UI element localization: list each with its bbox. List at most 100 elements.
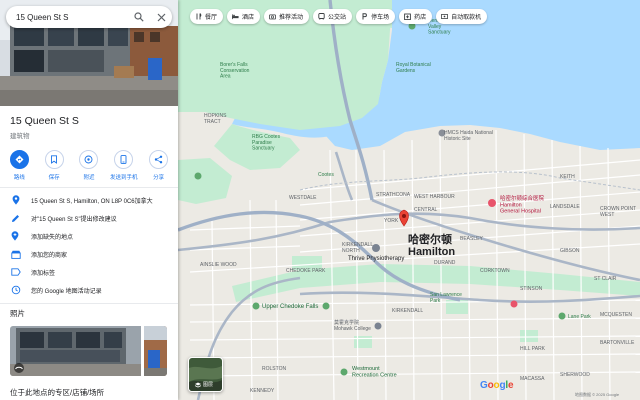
pharmacy-icon [404, 13, 411, 20]
label-lane: Lane Park [568, 314, 591, 320]
layers-label: 图层 [203, 382, 214, 388]
chip-label: 推荐活动 [279, 15, 304, 21]
chip-hotels[interactable]: 酒店 [227, 9, 261, 24]
suggest-edit-text: 对"15 Queen St S"提出修改建议 [31, 216, 117, 223]
address-row[interactable]: 15 Queen St S, Hamilton, ON L8P 0C6加拿大 [0, 191, 178, 209]
poi-marker[interactable] [558, 312, 566, 320]
label-beasley: BEASLEY [460, 236, 483, 242]
chip-restaurants[interactable]: 餐厅 [190, 9, 224, 24]
label-macassa: MACASSA [520, 376, 545, 382]
poi-marker[interactable] [252, 302, 260, 310]
chip-label: 自动取款机 [451, 15, 482, 21]
suggest-edit-row[interactable]: 对"15 Queen St S"提出修改建议 [0, 209, 178, 227]
add-label-row[interactable]: 添加标签 [0, 263, 178, 281]
directions-button[interactable]: 路线 [3, 150, 35, 181]
add-place-icon [10, 231, 21, 242]
action-label: 发送到手机 [110, 175, 138, 181]
add-missing-place-row[interactable]: 添加缺失的地点 [0, 227, 178, 245]
send-to-phone-icon [114, 150, 134, 169]
label-landsdale: LANDSDALE [550, 204, 580, 210]
history-icon [10, 285, 21, 296]
chip-things-to-do[interactable]: 推荐活动 [264, 9, 310, 24]
save-button[interactable]: 保存 [38, 150, 70, 181]
action-label: 保存 [48, 175, 60, 181]
label-hamilton-en: Hamilton [408, 246, 455, 258]
add-business-icon [10, 249, 21, 260]
label-rolston: ROLSTON [262, 366, 286, 372]
photos-heading: 照片 [10, 309, 25, 318]
label-sherwood: SHERWOOD [560, 372, 590, 378]
label-icon [10, 267, 21, 278]
close-icon[interactable] [150, 6, 172, 28]
action-label: 路线 [13, 175, 25, 181]
add-business-row[interactable]: 添加您的商家 [0, 245, 178, 263]
photo-thumbnail[interactable] [10, 326, 141, 376]
place-hero-photo[interactable]: 15 Queen St S [0, 0, 178, 106]
search-input[interactable]: 15 Queen St S [6, 13, 128, 22]
search-box[interactable]: 15 Queen St S [6, 6, 172, 28]
chip-label: 公交站 [328, 15, 347, 21]
poi-marker[interactable] [194, 172, 202, 180]
divider [0, 303, 178, 304]
category-chips: 餐厅 酒店 推荐活动 公交站 停车场 药店 自动取款机 [190, 9, 491, 24]
poi-marker[interactable] [488, 199, 496, 207]
maps-activity-text: 您的 Google 地图活动记录 [31, 288, 102, 295]
hotel-icon [232, 13, 239, 20]
place-category: 建筑物 [10, 133, 30, 140]
park-area [520, 330, 538, 342]
map-attribution: 地图数据 © 2025 Google [575, 392, 620, 397]
label-chedoke: CHEDOKE PARK [286, 268, 326, 274]
photo-thumbnail[interactable] [144, 326, 167, 376]
camera-icon [269, 13, 276, 20]
places-at-location-heading: 位于此地点的专区/店铺/场所 [10, 388, 105, 397]
poi-marker[interactable] [322, 302, 330, 310]
restaurant-icon [195, 13, 202, 20]
transit-icon [318, 13, 325, 20]
chip-label: 药店 [414, 15, 427, 21]
directions-icon [9, 150, 29, 169]
label-westdale: WESTDALE [289, 195, 317, 201]
label-kennedy: KENNEDY [250, 388, 275, 394]
bookmark-icon [44, 150, 64, 169]
poi-marker[interactable] [340, 368, 348, 376]
label-thrive: Thrive Physiotherapy [348, 256, 404, 262]
share-icon [149, 150, 169, 169]
poi-marker[interactable] [374, 322, 382, 330]
chip-label: 酒店 [242, 15, 255, 21]
label-stinson: STINSON [520, 286, 543, 292]
poi-marker[interactable] [372, 244, 380, 252]
photo-strip [10, 326, 168, 376]
send-to-phone-button[interactable]: 发送到手机 [108, 150, 140, 181]
label-durand: DURAND [434, 260, 456, 266]
google-logo: Google [480, 380, 514, 391]
label-hamilton-cn: 哈密尔顿 [408, 232, 452, 246]
chip-label: 餐厅 [205, 15, 218, 21]
chip-transit[interactable]: 公交站 [313, 9, 353, 24]
action-label: 分享 [153, 175, 165, 181]
label-upper-chedoke: Upper Chedoke Falls [262, 304, 318, 310]
poi-marker[interactable] [510, 300, 518, 308]
address-text: 15 Queen St S, Hamilton, ON L8P 0C6加拿大 [31, 198, 153, 205]
maps-activity-row[interactable]: 您的 Google 地图活动记录 [0, 281, 178, 299]
park-area [354, 336, 372, 348]
action-label: 附近 [83, 175, 95, 181]
label-hilltop: HILL PARK [520, 346, 546, 352]
chip-label: 停车场 [371, 15, 390, 21]
add-label-text: 添加标签 [31, 270, 56, 277]
search-icon[interactable] [128, 6, 150, 28]
parking-icon [361, 13, 368, 20]
label-cootes: Cootes [318, 172, 334, 178]
chip-atms[interactable]: 自动取款机 [436, 9, 488, 24]
action-bar: 路线 保存 附近 发送到手机 分享 [0, 140, 178, 187]
label-york: YORK [384, 218, 399, 224]
nearby-button[interactable]: 附近 [73, 150, 105, 181]
share-button[interactable]: 分享 [143, 150, 175, 181]
place-details-panel: 15 Queen St S 15 Queen St S 建筑物 路线 保存 附近… [0, 0, 178, 400]
chip-pharmacies[interactable]: 药店 [399, 9, 433, 24]
layers-button[interactable]: 图层 [188, 357, 223, 392]
chip-parking[interactable]: 停车场 [356, 9, 396, 24]
info-list: 15 Queen St S, Hamilton, ON L8P 0C6加拿大 对… [0, 188, 178, 299]
label-gibson: GIBSON [560, 248, 580, 254]
label-kirkendall-s: KIRKENDALL [392, 308, 423, 314]
label-keith: KEITH [560, 174, 575, 180]
